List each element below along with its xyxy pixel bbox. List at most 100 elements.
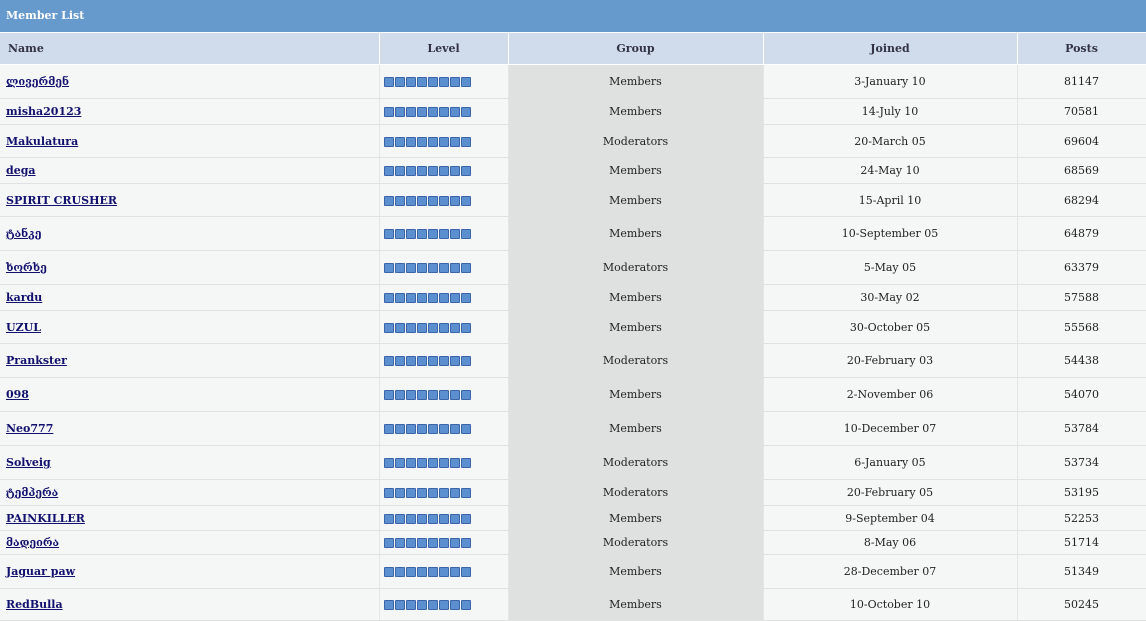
- member-name-cell: ხორხე: [0, 250, 380, 285]
- level-pip-icon: [416, 538, 427, 548]
- member-link[interactable]: UZUL: [6, 321, 41, 334]
- level-pip-icon: [449, 77, 460, 87]
- member-name-cell: UZUL: [0, 310, 380, 344]
- member-link[interactable]: Solveig: [6, 456, 51, 469]
- member-link[interactable]: ტემპერა: [6, 486, 58, 499]
- member-link[interactable]: ტანკე: [6, 227, 42, 240]
- column-group[interactable]: Group: [508, 33, 764, 65]
- member-joined: 14-July 10: [763, 98, 1018, 125]
- level-pip-icon: [394, 263, 405, 273]
- table-row: kardu Members 30-May 02 57588: [0, 284, 1146, 311]
- member-link[interactable]: misha20123: [6, 105, 81, 118]
- level-pip-icon: [394, 195, 405, 206]
- level-pip-icon: [460, 390, 471, 400]
- level-pip-icon: [427, 107, 438, 117]
- level-pip-icon: [405, 107, 416, 117]
- level-pip-icon: [449, 166, 460, 176]
- level-pip-icon: [427, 567, 438, 577]
- level-pip-icon: [438, 458, 449, 468]
- member-level: [379, 183, 509, 217]
- level-pip-icon: [416, 567, 427, 577]
- member-link[interactable]: SPIRIT CRUSHER: [6, 194, 117, 207]
- level-pip-icon: [438, 166, 449, 176]
- member-posts: 52253: [1017, 505, 1146, 531]
- level-pip-icon: [383, 166, 394, 176]
- member-name-cell: ტანკე: [0, 216, 380, 251]
- member-link[interactable]: PAINKILLER: [6, 512, 85, 525]
- level-pip-icon: [416, 488, 427, 498]
- level-pip-icon: [383, 390, 394, 400]
- level-pip-icon: [383, 263, 394, 273]
- level-pip-icon: [438, 513, 449, 524]
- table-row: ხორხე Moderators 5-May 05 63379: [0, 250, 1146, 285]
- member-group: Members: [508, 157, 764, 184]
- table-row: Makulatura Moderators 20-March 05 69604: [0, 124, 1146, 158]
- level-pip-icon: [427, 356, 438, 366]
- member-name-cell: SPIRIT CRUSHER: [0, 183, 380, 217]
- level-pip-icon: [438, 567, 449, 577]
- member-level: [379, 554, 509, 589]
- level-pip-icon: [383, 77, 394, 87]
- member-link[interactable]: ხორხე: [6, 261, 47, 274]
- member-level: [379, 98, 509, 125]
- member-level: [379, 157, 509, 184]
- table-row: მადეირა Moderators 8-May 06 51714: [0, 530, 1146, 555]
- table-row: misha20123 Members 14-July 10 70581: [0, 98, 1146, 125]
- member-group: Members: [508, 284, 764, 311]
- member-posts: 53784: [1017, 411, 1146, 446]
- member-list-title: Member List: [0, 0, 1146, 33]
- column-posts[interactable]: Posts: [1017, 33, 1146, 65]
- level-pip-icon: [438, 195, 449, 206]
- member-link[interactable]: RedBulla: [6, 598, 63, 611]
- level-pip-icon: [416, 263, 427, 273]
- member-link[interactable]: kardu: [6, 291, 42, 304]
- member-level: [379, 284, 509, 311]
- level-pip-icon: [405, 136, 416, 147]
- level-pip-icon: [460, 166, 471, 176]
- level-pip-icon: [405, 77, 416, 87]
- level-pip-icon: [405, 458, 416, 468]
- member-group: Members: [508, 183, 764, 217]
- member-joined: 2-November 06: [763, 377, 1018, 412]
- level-pip-icon: [405, 488, 416, 498]
- member-posts: 53195: [1017, 479, 1146, 506]
- level-pip-icon: [460, 293, 471, 303]
- level-pip-icon: [383, 567, 394, 577]
- member-link[interactable]: Jaguar paw: [6, 565, 75, 578]
- table-row: PAINKILLER Members 9-September 04 52253: [0, 505, 1146, 531]
- level-pip-icon: [438, 424, 449, 434]
- member-joined: 28-December 07: [763, 554, 1018, 589]
- member-level: [379, 124, 509, 158]
- member-link[interactable]: dega: [6, 164, 36, 177]
- table-row: Jaguar paw Members 28-December 07 51349: [0, 554, 1146, 589]
- level-pip-icon: [438, 77, 449, 87]
- level-pip-icon: [405, 356, 416, 366]
- level-pip-icon: [438, 229, 449, 239]
- member-group: Moderators: [508, 250, 764, 285]
- member-posts: 70581: [1017, 98, 1146, 125]
- table-row: Solveig Moderators 6-January 05 53734: [0, 445, 1146, 480]
- level-pip-icon: [438, 136, 449, 147]
- member-joined: 24-May 10: [763, 157, 1018, 184]
- member-link[interactable]: Makulatura: [6, 135, 78, 148]
- level-pip-icon: [427, 293, 438, 303]
- level-pip-icon: [405, 166, 416, 176]
- member-link[interactable]: Neo777: [6, 422, 53, 435]
- level-pip-icon: [394, 458, 405, 468]
- member-joined: 10-September 05: [763, 216, 1018, 251]
- level-pip-icon: [416, 513, 427, 524]
- column-name[interactable]: Name: [0, 33, 380, 65]
- member-link[interactable]: 098: [6, 388, 29, 401]
- level-pip-icon: [427, 166, 438, 176]
- member-link[interactable]: Prankster: [6, 354, 67, 367]
- member-link[interactable]: მადეირა: [6, 536, 59, 549]
- level-pip-icon: [449, 538, 460, 548]
- level-pip-icon: [394, 424, 405, 434]
- member-link[interactable]: ლივერმენ: [6, 75, 69, 88]
- member-name-cell: misha20123: [0, 98, 380, 125]
- column-joined[interactable]: Joined: [763, 33, 1018, 65]
- level-pip-icon: [405, 538, 416, 548]
- level-pip-icon: [460, 458, 471, 468]
- member-group: Members: [508, 505, 764, 531]
- level-pip-icon: [438, 293, 449, 303]
